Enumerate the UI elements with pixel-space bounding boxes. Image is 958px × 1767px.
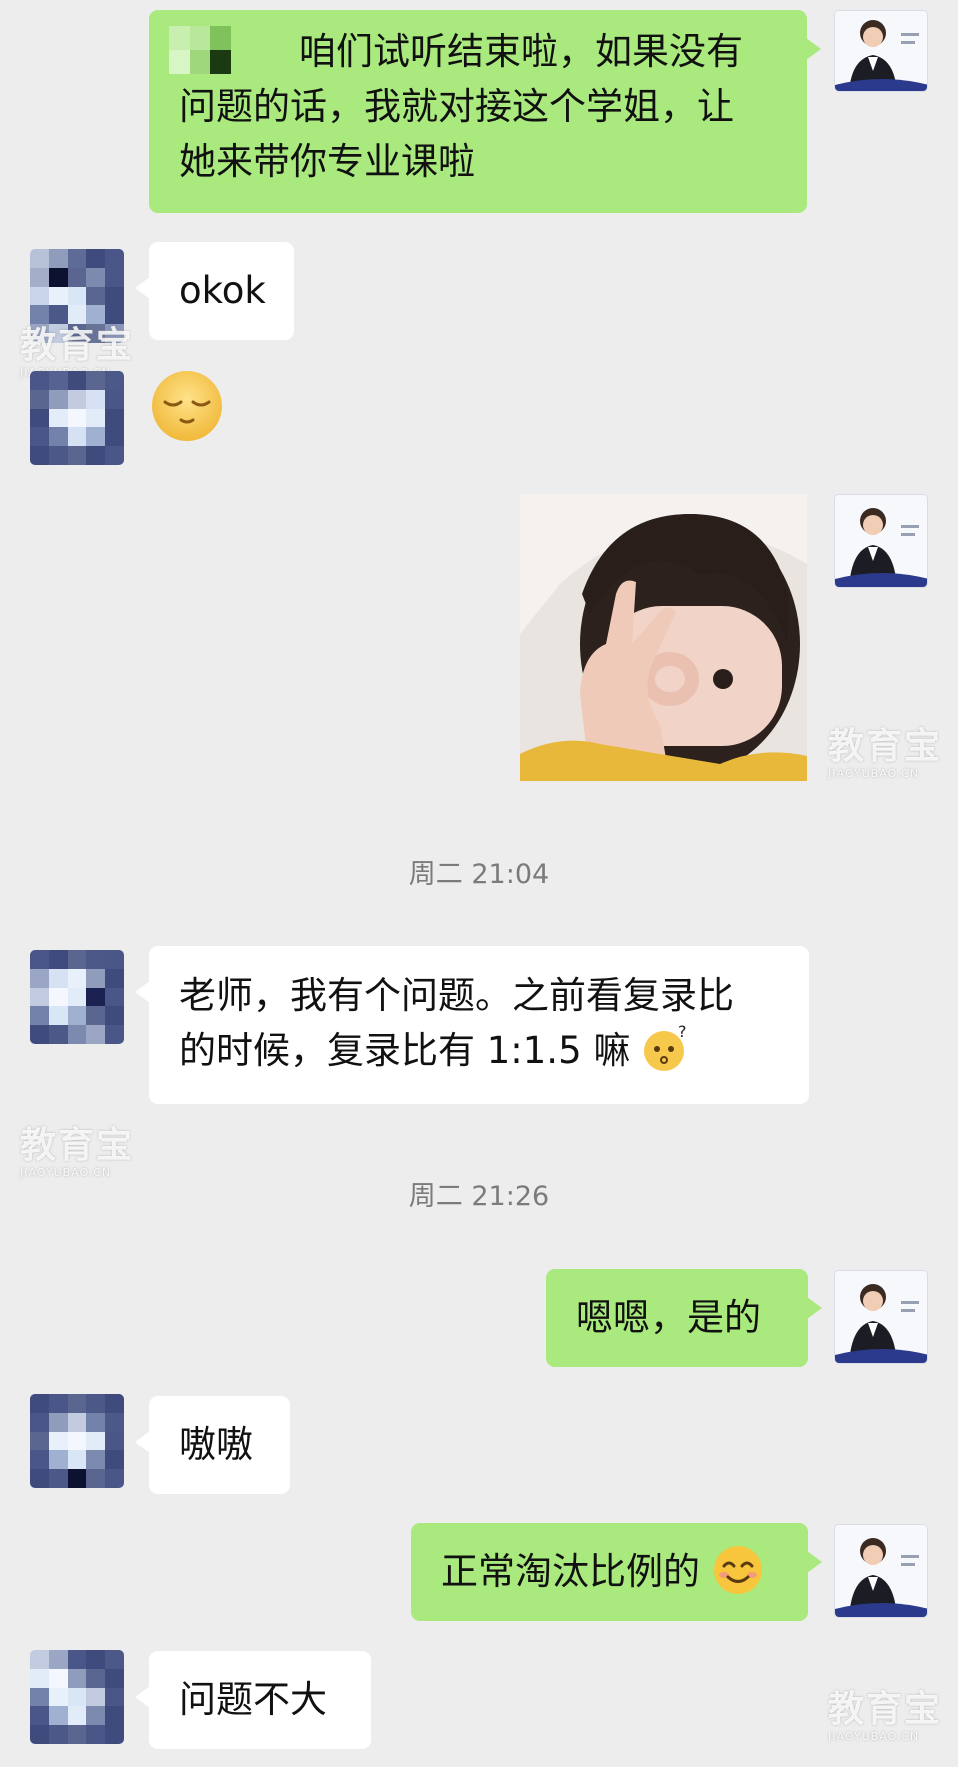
avatar-student[interactable] bbox=[30, 1394, 124, 1488]
message-bubble-outgoing[interactable]: 正常淘汰比例的 bbox=[411, 1523, 822, 1621]
sleepy-face-icon bbox=[152, 371, 222, 441]
avatar-teacher[interactable] bbox=[834, 1524, 928, 1618]
thinking-face-emoji: ? bbox=[642, 1022, 692, 1073]
message-text-line: 咱们试听结束啦，如果没有 bbox=[299, 30, 743, 73]
message-text: 嗯嗯，是的 bbox=[576, 1296, 761, 1339]
svg-text:?: ? bbox=[678, 1023, 687, 1041]
message-bubble-incoming[interactable]: 嗷嗷 bbox=[135, 1396, 290, 1494]
smiling-face-emoji bbox=[712, 1535, 764, 1594]
bubble-tail bbox=[135, 1431, 150, 1453]
avatar-student[interactable] bbox=[30, 1650, 124, 1744]
timestamp: 周二 21:04 bbox=[408, 859, 550, 890]
teacher-portrait-icon bbox=[835, 495, 927, 587]
message-text-line: 老师，我有个问题。之前看复录比 bbox=[179, 974, 734, 1017]
teacher-portrait-icon bbox=[835, 1271, 927, 1363]
watermark: 教育宝 JIAOYUBAO.CN bbox=[828, 1689, 943, 1744]
message-text: okok bbox=[179, 269, 266, 312]
redacted-mosaic bbox=[169, 26, 251, 74]
bubble-tail bbox=[807, 1551, 822, 1573]
watermark: 教育宝 JIAOYUBAO.CN bbox=[20, 1125, 135, 1180]
avatar-student[interactable] bbox=[30, 950, 124, 1044]
bubble-tail bbox=[807, 1297, 822, 1319]
message-text-line: 问题的话，我就对接这个学姐，让 bbox=[179, 85, 734, 128]
ok-gesture-photo[interactable] bbox=[520, 494, 807, 781]
message-bubble-incoming[interactable]: 问题不大 bbox=[135, 1651, 371, 1749]
smiling-face-icon bbox=[713, 1546, 762, 1594]
bubble-tail bbox=[135, 1686, 150, 1708]
message-bubble-incoming[interactable]: 老师，我有个问题。之前看复录比 的时候，复录比有 1:1.5 嘛 ? bbox=[135, 946, 809, 1104]
teacher-portrait-icon bbox=[835, 1525, 927, 1617]
bubble-tail bbox=[135, 277, 150, 299]
sleepy-face-emoji[interactable] bbox=[149, 368, 225, 444]
avatar-teacher[interactable] bbox=[834, 494, 928, 588]
message-bubble-incoming[interactable]: okok bbox=[135, 242, 294, 340]
avatar-teacher[interactable] bbox=[834, 10, 928, 92]
photo-ok-gesture-icon bbox=[520, 494, 807, 781]
message-text-line: 的时候，复录比有 1:1.5 嘛 bbox=[179, 1029, 631, 1072]
avatar-teacher[interactable] bbox=[834, 1270, 928, 1364]
message-text: 嗷嗷 bbox=[179, 1423, 253, 1466]
message-text: 问题不大 bbox=[179, 1678, 327, 1721]
thinking-face-icon: ? bbox=[644, 1022, 687, 1071]
bubble-tail bbox=[806, 38, 821, 60]
message-bubble-outgoing[interactable]: 咱们试听结束啦，如果没有 问题的话，我就对接这个学姐，让 她来带你专业课啦 bbox=[149, 10, 821, 213]
watermark: 教育宝 JIAOYUBAO.CN bbox=[828, 726, 943, 781]
message-bubble-outgoing[interactable]: 嗯嗯，是的 bbox=[546, 1269, 822, 1367]
message-text-line: 她来带你专业课啦 bbox=[179, 140, 475, 183]
timestamp: 周二 21:26 bbox=[408, 1181, 550, 1212]
avatar-student[interactable] bbox=[30, 371, 124, 465]
teacher-portrait-icon bbox=[835, 11, 927, 91]
message-text: 正常淘汰比例的 bbox=[441, 1550, 700, 1593]
bubble-tail bbox=[135, 981, 150, 1003]
